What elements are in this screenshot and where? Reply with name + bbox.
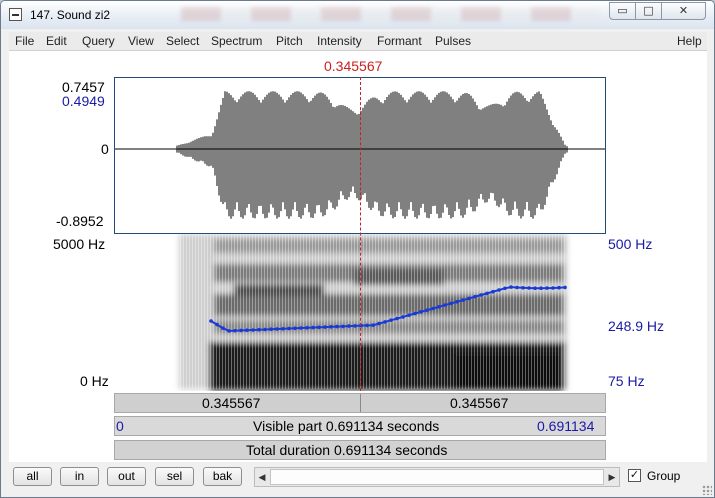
group-label: Group <box>647 469 681 483</box>
minimize-button[interactable]: ▭ <box>609 2 636 20</box>
cursor-bar-left: 0.345567 <box>202 395 261 411</box>
background-window-blur <box>181 7 601 21</box>
group-checkbox[interactable]: ✓ <box>628 469 641 482</box>
spec-freq-bottom: 0 Hz <box>80 373 109 389</box>
zoom-back-button[interactable]: bak <box>203 467 242 486</box>
menu-pulses[interactable]: Pulses <box>435 34 471 48</box>
wave-min-label: -0.8952 <box>56 213 104 229</box>
menu-spectrum[interactable]: Spectrum <box>211 34 262 48</box>
spec-freq-top: 5000 Hz <box>53 236 106 252</box>
close-icon: ✕ <box>678 4 689 17</box>
menu-intensity[interactable]: Intensity <box>317 34 362 48</box>
visible-end-label: 0.691134 <box>537 418 595 434</box>
zoom-sel-button[interactable]: sel <box>155 467 194 486</box>
zoom-in-button[interactable]: in <box>60 467 99 486</box>
resize-grip-icon[interactable] <box>702 485 712 495</box>
menu-formant[interactable]: Formant <box>377 34 422 48</box>
cursor-line <box>360 77 361 391</box>
pitch-cursor-value: 248.9 Hz <box>608 318 665 334</box>
bar-divider <box>360 394 361 412</box>
wave-cursor-amplitude: 0.4949 <box>62 93 105 109</box>
horizontal-scrollbar[interactable]: ◀ ▶ <box>254 467 620 487</box>
maximize-button[interactable]: □ <box>635 2 662 20</box>
cursor-time-label: 0.345567 <box>324 58 383 74</box>
visible-part-text: Visible part 0.691134 seconds <box>253 418 440 434</box>
cursor-time-bar[interactable]: 0.345567 0.345567 <box>114 393 606 413</box>
scrollbar-thumb[interactable] <box>270 469 604 485</box>
window-title: 147. Sound zi2 <box>30 8 111 22</box>
app-icon <box>9 8 22 21</box>
maximize-icon: □ <box>643 4 654 17</box>
menu-bar: File Edit Query View Select Spectrum Pit… <box>9 32 707 51</box>
menu-pitch[interactable]: Pitch <box>276 34 303 48</box>
pitch-top-label: 500 Hz <box>608 236 653 252</box>
bottom-toolbar: all in out sel bak ◀ ▶ ✓ Group <box>1 463 714 497</box>
sound-editor-window: 147. Sound zi2 ▭ □ ✕ File Edit Query Vie… <box>0 0 715 498</box>
menu-file[interactable]: File <box>15 34 34 48</box>
visible-start-label: 0 <box>116 418 124 434</box>
wave-zero-label: 0 <box>101 141 109 157</box>
title-bar[interactable]: 147. Sound zi2 ▭ □ ✕ <box>1 1 714 29</box>
menu-select[interactable]: Select <box>166 34 199 48</box>
scroll-right-icon[interactable]: ▶ <box>605 468 619 486</box>
zoom-out-button[interactable]: out <box>107 467 146 486</box>
menu-view[interactable]: View <box>128 34 154 48</box>
menu-query[interactable]: Query <box>82 34 115 48</box>
total-duration-text: Total duration 0.691134 seconds <box>246 442 448 458</box>
close-button[interactable]: ✕ <box>661 2 706 20</box>
total-duration-bar[interactable]: Total duration 0.691134 seconds <box>114 440 606 460</box>
visible-part-bar[interactable]: Visible part 0.691134 seconds <box>114 416 606 436</box>
pitch-bottom-label: 75 Hz <box>608 373 645 389</box>
scroll-left-icon[interactable]: ◀ <box>255 468 269 486</box>
zoom-all-button[interactable]: all <box>13 467 52 486</box>
minimize-icon: ▭ <box>617 4 628 17</box>
cursor-bar-right: 0.345567 <box>450 395 509 411</box>
menu-edit[interactable]: Edit <box>46 34 67 48</box>
menu-help[interactable]: Help <box>677 34 702 48</box>
